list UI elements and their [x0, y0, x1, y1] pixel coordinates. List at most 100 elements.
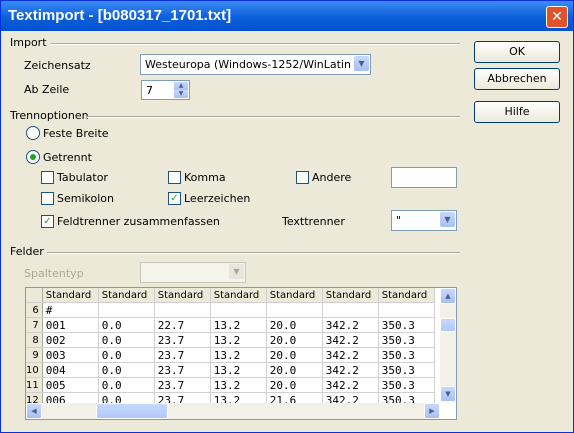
- table-cell: 0.0: [98, 377, 155, 393]
- tab-checkbox[interactable]: [41, 171, 54, 184]
- table-cell: [154, 302, 211, 318]
- merge-checkbox[interactable]: ✓: [41, 215, 54, 228]
- column-header[interactable]: Standard: [154, 288, 211, 303]
- space-checkbox[interactable]: ✓: [168, 192, 181, 205]
- other-label[interactable]: Andere: [312, 171, 351, 184]
- fixed-width-label[interactable]: Feste Breite: [43, 127, 109, 140]
- column-header[interactable]: Standard: [378, 288, 435, 303]
- column-header[interactable]: Standard: [210, 288, 267, 303]
- vertical-scrollbar[interactable]: ▲ ▼: [440, 288, 456, 402]
- vertical-scroll-thumb[interactable]: [440, 318, 456, 332]
- table-cell: [378, 302, 435, 318]
- table-cell: [98, 302, 155, 318]
- table-cell: 13.2: [210, 332, 267, 348]
- scroll-up-icon[interactable]: ▲: [440, 288, 456, 304]
- table-cell: 13.2: [210, 317, 267, 333]
- table-cell: 13.2: [210, 347, 267, 363]
- title-bar[interactable]: Textimport - [b080317_1701.txt] ✕: [1, 1, 573, 31]
- from-row-stepper[interactable]: 7 ▲ ▼: [141, 80, 190, 100]
- spin-down-icon[interactable]: ▼: [174, 90, 188, 98]
- row-number: 7: [26, 317, 43, 333]
- comma-label[interactable]: Komma: [184, 171, 226, 184]
- table-cell: 350.3: [378, 362, 435, 378]
- table-cell: 001: [42, 317, 99, 333]
- spin-up-icon[interactable]: ▲: [174, 82, 188, 90]
- table-cell: 003: [42, 347, 99, 363]
- text-delimiter-label: Texttrenner: [282, 215, 345, 228]
- table-cell: 23.7: [154, 362, 211, 378]
- table-cell: 20.0: [266, 332, 323, 348]
- tab-label[interactable]: Tabulator: [57, 171, 108, 184]
- column-type-select[interactable]: ▼: [140, 262, 246, 283]
- row-number: 10: [26, 362, 43, 378]
- corner-cell: [26, 288, 43, 303]
- table-cell: 342.2: [322, 332, 379, 348]
- table-cell: 0.0: [98, 347, 155, 363]
- table-cell: 13.2: [210, 377, 267, 393]
- import-section-label: Import: [10, 36, 47, 49]
- close-icon[interactable]: ✕: [546, 6, 568, 28]
- table-cell: 20.0: [266, 317, 323, 333]
- fields-section-label: Felder: [10, 245, 44, 258]
- table-cell: 350.3: [378, 332, 435, 348]
- semicolon-checkbox[interactable]: [41, 192, 54, 205]
- separated-label[interactable]: Getrennt: [43, 151, 92, 164]
- column-header[interactable]: Standard: [322, 288, 379, 303]
- window-title: Textimport - [b080317_1701.txt]: [8, 7, 232, 24]
- horizontal-scrollbar[interactable]: ◀ ▶: [26, 403, 440, 419]
- cancel-button[interactable]: Abbrechen: [474, 68, 560, 90]
- table-cell: 350.3: [378, 317, 435, 333]
- charset-label: Zeichensatz: [24, 59, 91, 72]
- preview-grid[interactable]: Standard Standard Standard Standard Stan…: [25, 287, 457, 420]
- scroll-down-icon[interactable]: ▼: [440, 386, 456, 402]
- chevron-down-icon: ▼: [229, 264, 244, 279]
- column-type-label: Spaltentyp: [24, 267, 84, 280]
- table-cell: 0.0: [98, 317, 155, 333]
- help-button[interactable]: Hilfe: [474, 101, 560, 123]
- text-delimiter-value: ": [396, 214, 402, 227]
- from-row-label: Ab Zeile: [24, 83, 70, 96]
- table-cell: #: [42, 302, 99, 318]
- merge-label[interactable]: Feldtrenner zusammenfassen: [57, 215, 220, 228]
- column-header[interactable]: Standard: [42, 288, 99, 303]
- radio-selected-icon: [30, 154, 36, 160]
- horizontal-scroll-thumb[interactable]: [96, 403, 168, 419]
- table-cell: [266, 302, 323, 318]
- ok-button[interactable]: OK: [474, 41, 560, 63]
- other-input[interactable]: [391, 167, 457, 188]
- column-header[interactable]: Standard: [266, 288, 323, 303]
- other-checkbox[interactable]: [296, 171, 309, 184]
- comma-checkbox[interactable]: [168, 171, 181, 184]
- table-cell: [322, 302, 379, 318]
- space-label[interactable]: Leerzeichen: [184, 192, 250, 205]
- table-row: 8 002 0.0 23.7 13.2 20.0 342.2 350.3: [26, 332, 435, 348]
- separated-radio[interactable]: [26, 150, 40, 164]
- table-cell: 342.2: [322, 317, 379, 333]
- row-number: 8: [26, 332, 43, 348]
- table-cell: 20.0: [266, 362, 323, 378]
- semicolon-label[interactable]: Semikolon: [57, 192, 114, 205]
- table-cell: 350.3: [378, 377, 435, 393]
- table-cell: 002: [42, 332, 99, 348]
- table-cell: 23.7: [154, 332, 211, 348]
- column-header[interactable]: Standard: [98, 288, 155, 303]
- textimport-dialog: Textimport - [b080317_1701.txt] ✕ OK Abb…: [0, 0, 574, 433]
- scroll-right-icon[interactable]: ▶: [424, 403, 440, 419]
- table-cell: 342.2: [322, 377, 379, 393]
- table-cell: 13.2: [210, 362, 267, 378]
- checkmark-icon: ✓: [170, 193, 179, 204]
- chevron-down-icon[interactable]: ▼: [354, 56, 369, 71]
- table-cell: 005: [42, 377, 99, 393]
- table-cell: 0.0: [98, 332, 155, 348]
- from-row-value: 7: [146, 84, 153, 97]
- charset-select[interactable]: Westeuropa (Windows-1252/WinLatin 1) ▼: [140, 54, 371, 75]
- row-number: 9: [26, 347, 43, 363]
- scroll-left-icon[interactable]: ◀: [26, 403, 42, 419]
- text-delimiter-select[interactable]: " ▼: [391, 210, 457, 231]
- separator-section-label: Trennoptionen: [10, 109, 89, 122]
- table-cell: 22.7: [154, 317, 211, 333]
- separator-separator: [87, 116, 460, 118]
- table-cell: 23.7: [154, 377, 211, 393]
- chevron-down-icon[interactable]: ▼: [440, 212, 455, 227]
- fixed-width-radio[interactable]: [26, 126, 40, 140]
